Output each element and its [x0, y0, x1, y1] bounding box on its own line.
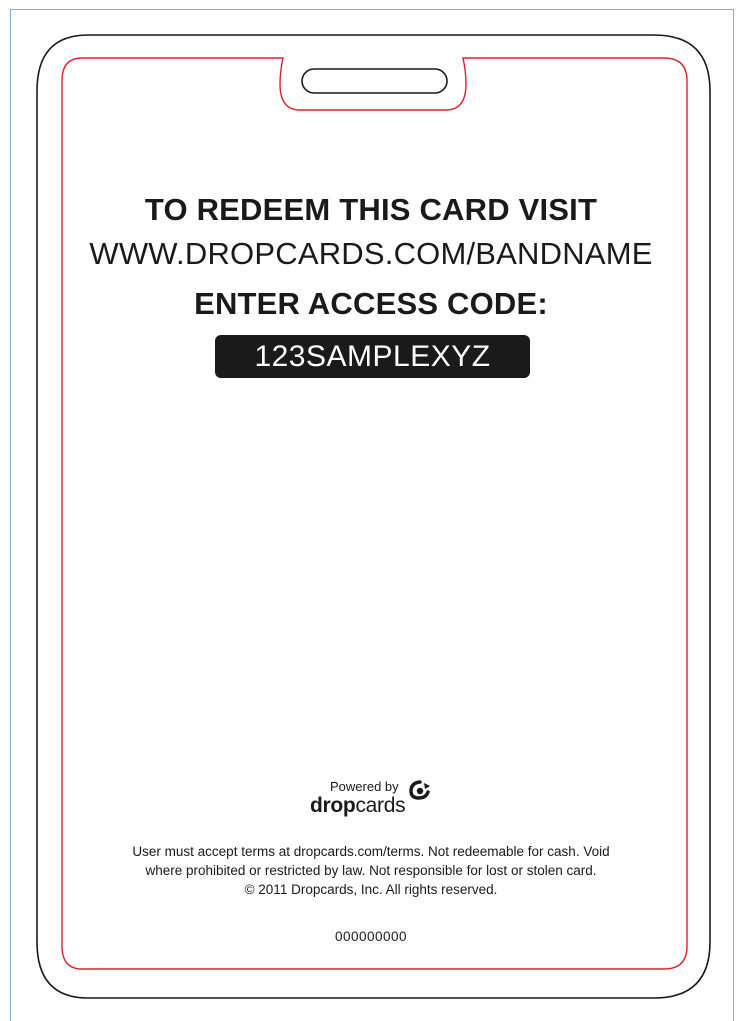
redeem-headline: TO REDEEM THIS CARD VISIT [144, 192, 598, 227]
dropcards-wordmark: dropcards [310, 794, 406, 818]
legal-text: User must accept terms at dropcards.com/… [0, 842, 742, 899]
powered-by-label: Powered by [330, 779, 399, 794]
lanyard-slot [301, 68, 448, 94]
powered-by-dropcards: Powered by dropcards [310, 776, 440, 818]
dropcards-logo-icon [408, 780, 432, 805]
legal-line-1: User must accept terms at dropcards.com/… [132, 844, 610, 859]
brand-light: cards [355, 794, 406, 817]
redeem-url: WWW.DROPCARDS.COM/BANDNAME [89, 236, 653, 271]
brand-bold: drop [310, 794, 356, 817]
legal-line-3: © 2011 Dropcards, Inc. All rights reserv… [244, 882, 498, 897]
serial-number: 000000000 [334, 929, 408, 944]
legal-line-2: where prohibited or restricted by law. N… [145, 863, 597, 878]
enter-code-label: ENTER ACCESS CODE: [194, 286, 548, 321]
access-code: 123SAMPLEXYZ [215, 335, 530, 378]
